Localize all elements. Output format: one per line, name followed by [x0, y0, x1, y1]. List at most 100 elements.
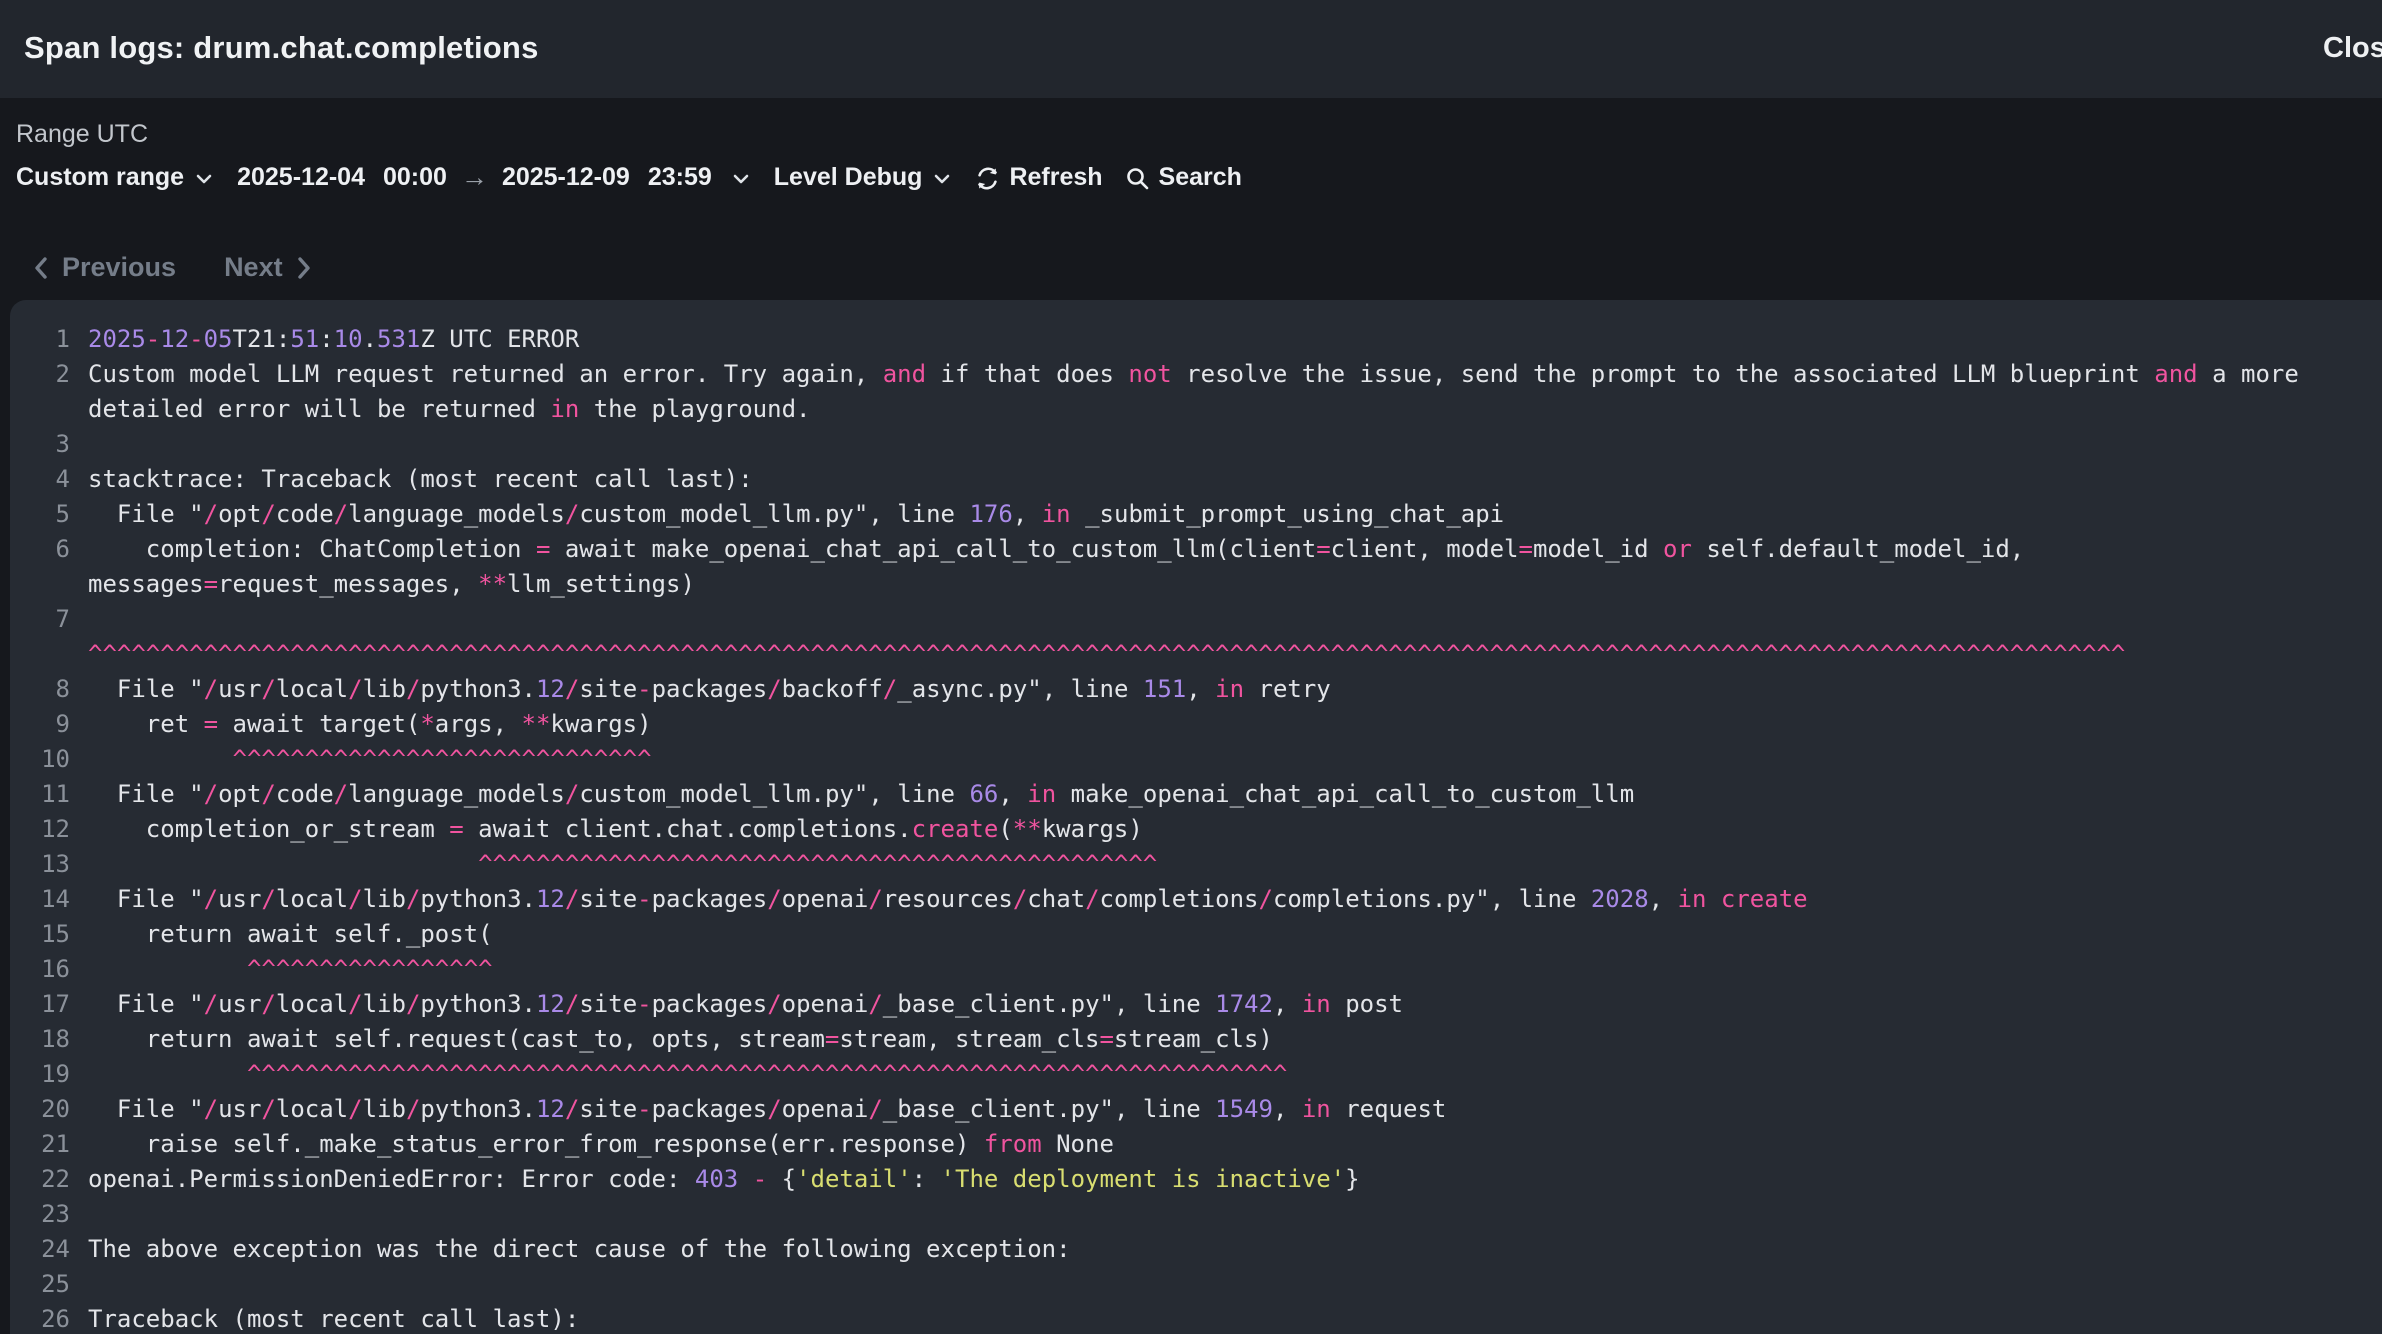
line-number: 16 [26, 952, 70, 987]
log-line: 25 [26, 1267, 2382, 1302]
log-line-text: completion_or_stream = await client.chat… [88, 812, 2382, 847]
line-number: 1 [26, 322, 70, 357]
date-range-picker[interactable]: 2025-12-04 00:00 → 2025-12-09 23:59 [237, 162, 752, 193]
log-line-text [88, 1197, 2382, 1232]
time-from-value[interactable]: 00:00 [383, 163, 447, 192]
refresh-label: Refresh [1009, 163, 1102, 192]
log-line: 11 File "/opt/code/language_models/custo… [26, 777, 2382, 812]
line-number: 21 [26, 1127, 70, 1162]
modal-header: Span logs: drum.chat.completions Close [0, 0, 2382, 98]
chevron-down-icon [730, 168, 752, 190]
previous-button[interactable]: Previous [30, 252, 176, 283]
log-line-text: raise self._make_status_error_from_respo… [88, 1127, 2382, 1162]
line-number: 3 [26, 427, 70, 462]
log-line-text: The above exception was the direct cause… [88, 1232, 2382, 1267]
filter-toolbar: Custom range 2025-12-04 00:00 → 2025-12-… [16, 162, 1242, 193]
line-number: 5 [26, 497, 70, 532]
line-number: 7 [26, 602, 70, 637]
log-line-text: return await self.request(cast_to, opts,… [88, 1022, 2382, 1057]
log-line-text: ^^^^^^^^^^^^^^^^^ [88, 952, 2382, 987]
line-number: 4 [26, 462, 70, 497]
log-line: 19 ^^^^^^^^^^^^^^^^^^^^^^^^^^^^^^^^^^^^^… [26, 1057, 2382, 1092]
date-from-value[interactable]: 2025-12-04 [237, 163, 365, 192]
line-number: 17 [26, 987, 70, 1022]
refresh-icon [975, 166, 1000, 191]
line-number: 12 [26, 812, 70, 847]
chevron-down-icon [193, 168, 215, 190]
line-number: 18 [26, 1022, 70, 1057]
log-line: 20 File "/usr/local/lib/python3.12/site-… [26, 1092, 2382, 1127]
range-preset-dropdown[interactable]: Custom range [16, 163, 215, 192]
line-number: 10 [26, 742, 70, 777]
log-line-text: openai.PermissionDeniedError: Error code… [88, 1162, 2382, 1197]
chevron-left-icon [30, 255, 52, 281]
log-line-text: File "/usr/local/lib/python3.12/site-pac… [88, 987, 2382, 1022]
arrow-right-icon: → [461, 162, 488, 193]
log-line-text: Traceback (most recent call last): [88, 1302, 2382, 1334]
log-line: 6 completion: ChatCompletion = await mak… [26, 532, 2382, 602]
log-line-text: stacktrace: Traceback (most recent call … [88, 462, 2382, 497]
time-to-value[interactable]: 23:59 [648, 163, 712, 192]
line-number: 26 [26, 1302, 70, 1334]
range-preset-value: Custom range [16, 163, 184, 192]
log-line: 13 ^^^^^^^^^^^^^^^^^^^^^^^^^^^^^^^^^^^^^… [26, 847, 2382, 882]
log-line-text: Custom model LLM request returned an err… [88, 357, 2382, 427]
log-line-text: File "/opt/code/language_models/custom_m… [88, 777, 2382, 812]
log-line-text: ^^^^^^^^^^^^^^^^^^^^^^^^^^^^^^^^^^^^^^^^… [88, 602, 2382, 672]
log-line: 10 ^^^^^^^^^^^^^^^^^^^^^^^^^^^^^ [26, 742, 2382, 777]
log-line-text [88, 427, 2382, 462]
log-line-text: ret = await target(*args, **kwargs) [88, 707, 2382, 742]
previous-label: Previous [62, 252, 176, 283]
line-number: 22 [26, 1162, 70, 1197]
line-number: 11 [26, 777, 70, 812]
log-line: 3 [26, 427, 2382, 462]
line-number: 25 [26, 1267, 70, 1302]
log-line: 16 ^^^^^^^^^^^^^^^^^ [26, 952, 2382, 987]
line-number: 6 [26, 532, 70, 567]
chevron-down-icon [931, 168, 953, 190]
level-dropdown[interactable]: Level Debug [774, 163, 954, 192]
log-line: 23 [26, 1197, 2382, 1232]
pagination: Previous Next [30, 252, 315, 283]
log-line-text: completion: ChatCompletion = await make_… [88, 532, 2382, 602]
log-line: 12 completion_or_stream = await client.c… [26, 812, 2382, 847]
log-line-text: File "/usr/local/lib/python3.12/site-pac… [88, 882, 2382, 917]
range-utc-label: Range UTC [16, 120, 148, 149]
date-to-value[interactable]: 2025-12-09 [502, 163, 630, 192]
line-number: 9 [26, 707, 70, 742]
log-line: 24 The above exception was the direct cau… [26, 1232, 2382, 1267]
log-line-text: return await self._post( [88, 917, 2382, 952]
line-number: 2 [26, 357, 70, 392]
log-line: 12025-12-05T21:51:10.531Z UTC ERROR [26, 322, 2382, 357]
line-number: 14 [26, 882, 70, 917]
log-line-text: ^^^^^^^^^^^^^^^^^^^^^^^^^^^^^ [88, 742, 2382, 777]
line-number: 24 [26, 1232, 70, 1267]
log-viewer[interactable]: 12025-12-05T21:51:10.531Z UTC ERROR2 Cust… [10, 300, 2382, 1334]
log-line-text: ^^^^^^^^^^^^^^^^^^^^^^^^^^^^^^^^^^^^^^^^… [88, 847, 2382, 882]
search-button[interactable]: Search [1125, 163, 1242, 192]
log-line: 7 ^^^^^^^^^^^^^^^^^^^^^^^^^^^^^^^^^^^^^^… [26, 602, 2382, 672]
next-label: Next [224, 252, 283, 283]
line-number: 20 [26, 1092, 70, 1127]
log-line: 15 return await self._post( [26, 917, 2382, 952]
next-button[interactable]: Next [224, 252, 315, 283]
line-number: 19 [26, 1057, 70, 1092]
log-line: 8 File "/usr/local/lib/python3.12/site-p… [26, 672, 2382, 707]
page-title: Span logs: drum.chat.completions [24, 30, 539, 66]
log-line-text: ^^^^^^^^^^^^^^^^^^^^^^^^^^^^^^^^^^^^^^^^… [88, 1057, 2382, 1092]
log-line: 17 File "/usr/local/lib/python3.12/site-… [26, 987, 2382, 1022]
log-line-text: File "/usr/local/lib/python3.12/site-pac… [88, 672, 2382, 707]
refresh-button[interactable]: Refresh [975, 163, 1102, 192]
close-button[interactable]: Close [2323, 32, 2382, 65]
log-line: 5 File "/opt/code/language_models/custom… [26, 497, 2382, 532]
log-line-text: File "/usr/local/lib/python3.12/site-pac… [88, 1092, 2382, 1127]
line-number: 15 [26, 917, 70, 952]
log-line: 4 stacktrace: Traceback (most recent call… [26, 462, 2382, 497]
log-line: 22 openai.PermissionDeniedError: Error co… [26, 1162, 2382, 1197]
log-line: 9 ret = await target(*args, **kwargs) [26, 707, 2382, 742]
level-value: Level Debug [774, 163, 923, 192]
chevron-right-icon [293, 255, 315, 281]
log-line: 26 Traceback (most recent call last): [26, 1302, 2382, 1334]
log-line-text [88, 1267, 2382, 1302]
line-number: 13 [26, 847, 70, 882]
